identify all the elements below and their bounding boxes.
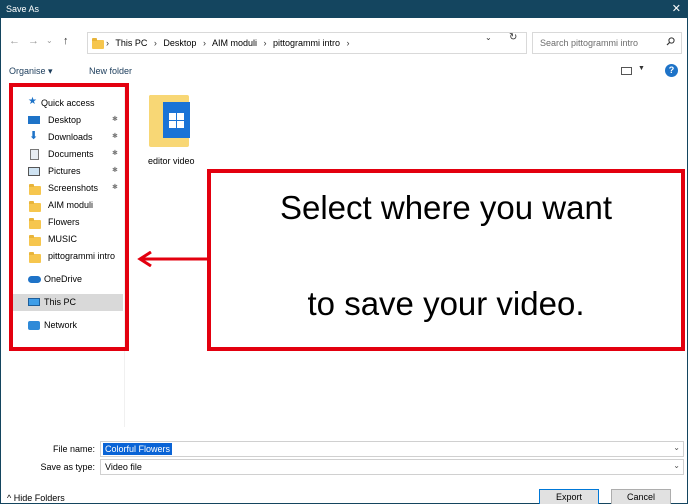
breadcrumb-desktop[interactable]: Desktop <box>163 38 196 48</box>
file-name-field[interactable]: Colorful Flowers ⌄ <box>100 441 684 457</box>
file-item-label: editor video <box>148 156 195 166</box>
address-bar[interactable]: › This PC › Desktop › AIM moduli › pitto… <box>87 32 527 54</box>
title-bar: Save As ✕ <box>1 1 687 18</box>
view-dropdown-icon[interactable]: ▼ <box>638 65 645 72</box>
cancel-button[interactable]: Cancel <box>611 489 671 504</box>
chevron-down-icon[interactable]: ⌄ <box>673 461 680 470</box>
change-view-icon[interactable] <box>621 67 632 75</box>
breadcrumb-separator: › <box>202 38 206 48</box>
search-icon <box>666 37 675 46</box>
breadcrumb: › This PC › Desktop › AIM moduli › pitto… <box>106 38 354 48</box>
close-button[interactable]: ✕ <box>672 2 681 16</box>
save-as-type-label: Save as type: <box>40 462 95 472</box>
up-button[interactable]: ↑ <box>63 35 69 47</box>
address-row: ← → ⌄ ↑ › This PC › Desktop › AIM moduli… <box>1 29 687 55</box>
annotation-line-2: to save your video. <box>307 285 585 322</box>
breadcrumb-separator: › <box>263 38 267 48</box>
new-folder-button[interactable]: New folder <box>89 66 132 76</box>
breadcrumb-separator: › <box>346 38 350 48</box>
help-icon[interactable]: ? <box>665 64 678 77</box>
save-as-type-value: Video file <box>105 462 142 472</box>
recent-locations-button[interactable]: ⌄ <box>46 35 53 47</box>
file-name-value: Colorful Flowers <box>103 443 173 455</box>
search-input[interactable]: Search pittogrammi intro <box>532 32 682 54</box>
annotation-callout: Select where you want to save your video… <box>207 169 685 351</box>
annotation-highlight-box <box>9 83 129 351</box>
breadcrumb-pittogrammi-intro[interactable]: pittogrammi intro <box>273 38 340 48</box>
save-as-type-select[interactable]: Video file ⌄ <box>100 459 684 475</box>
breadcrumb-separator: › <box>106 38 109 48</box>
export-button[interactable]: Export <box>539 489 599 504</box>
file-name-label: File name: <box>52 444 95 454</box>
command-bar: Organise ▾ New folder ▼ ? <box>1 63 687 81</box>
forward-button[interactable]: → <box>28 35 39 47</box>
window-title: Save As <box>6 4 40 14</box>
organise-button[interactable]: Organise ▾ <box>9 66 53 77</box>
windows-logo-icon <box>163 102 190 138</box>
save-as-dialog: Save As ✕ ← → ⌄ ↑ › This PC › Desktop › … <box>0 0 688 504</box>
breadcrumb-this-pc[interactable]: This PC <box>115 38 147 48</box>
hide-folders-button[interactable]: ^ Hide Folders <box>7 493 65 503</box>
folder-icon <box>92 38 104 49</box>
address-dropdown-icon[interactable]: ⌄ <box>485 33 492 42</box>
annotation-line-1: Select where you want <box>279 189 612 226</box>
breadcrumb-aim-moduli[interactable]: AIM moduli <box>212 38 257 48</box>
search-placeholder: Search pittogrammi intro <box>540 38 639 48</box>
file-item[interactable]: editor video <box>144 93 202 171</box>
chevron-down-icon[interactable]: ⌄ <box>673 443 680 452</box>
refresh-icon[interactable]: ↻ <box>509 32 517 43</box>
annotation-arrow-icon <box>137 251 207 267</box>
back-button[interactable]: ← <box>9 35 20 47</box>
breadcrumb-separator: › <box>153 38 157 48</box>
